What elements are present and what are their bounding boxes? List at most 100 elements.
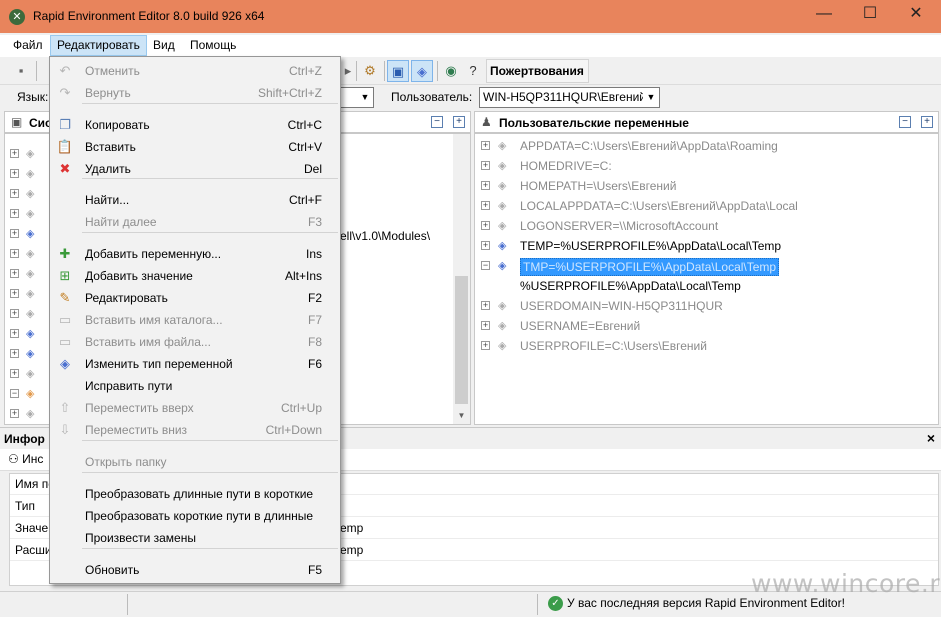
menu-item-12[interactable]: ▭ Вставить имя файла... F8	[50, 331, 340, 353]
maximize-button[interactable]: ☐	[847, 0, 893, 30]
menu-item-label: Копировать	[85, 118, 150, 132]
system-tree-scrollbar[interactable]: ▼	[453, 134, 470, 424]
menu-item-20[interactable]: Произвести замены	[50, 527, 340, 549]
paste-icon: 📋	[56, 139, 74, 154]
menu-item-2[interactable]: ↷ Вернуть Shift+Ctrl+Z	[50, 82, 340, 104]
expand-icon[interactable]: +	[10, 209, 19, 218]
variable-tag-icon: ◈	[26, 308, 35, 320]
menu-separator	[82, 472, 338, 473]
user-variables-tree[interactable]: + ◈ APPDATA=C:\Users\Евгений\AppData\Roami…	[474, 133, 939, 425]
settings-gear-icon[interactable]: ⚙	[359, 60, 381, 82]
save-icon[interactable]: ▪	[10, 60, 32, 82]
menu-separator	[82, 232, 338, 233]
chevron-down-icon: ▼	[357, 88, 373, 107]
menu-item-13[interactable]: ◈ Изменить тип переменной F6	[50, 353, 340, 375]
close-icon[interactable]: ×	[927, 430, 935, 446]
info-panel-icon[interactable]: ▣	[387, 60, 409, 82]
menu-file[interactable]: Файл	[7, 35, 49, 56]
menu-item-11[interactable]: ▭ Вставить имя каталога... F7	[50, 309, 340, 331]
donate-button[interactable]: Пожертвования	[486, 59, 589, 83]
expand-icon[interactable]: +	[481, 221, 490, 230]
menu-item-21[interactable]: Обновить F5	[50, 559, 340, 581]
tab-info[interactable]: ⚇ Инс	[8, 452, 43, 466]
menu-item-10[interactable]: ✎ Редактировать F2	[50, 287, 340, 309]
status-cell	[128, 594, 538, 615]
menu-item-17[interactable]: Открыть папку	[50, 451, 340, 473]
menu-item-14[interactable]: Исправить пути	[50, 375, 340, 397]
scroll-down-icon[interactable]: ▼	[453, 407, 470, 424]
menu-item-16[interactable]: ⇩ Переместить вниз Ctrl+Down	[50, 419, 340, 441]
expand-icon[interactable]: +	[10, 169, 19, 178]
expand-icon[interactable]: +	[10, 409, 19, 418]
expand-icon[interactable]: +	[481, 181, 490, 190]
menu-item-shortcut: Ctrl+Up	[280, 401, 322, 415]
expand-icon[interactable]: +	[10, 269, 19, 278]
menu-item-8[interactable]: ✚ Добавить переменную... Ins	[50, 243, 340, 265]
collapse-icon[interactable]: −	[10, 389, 19, 398]
menu-edit[interactable]: Редактировать	[50, 35, 147, 56]
menu-item-4[interactable]: 📋 Вставить Ctrl+V	[50, 136, 340, 158]
menu-view[interactable]: Вид	[147, 35, 181, 56]
menu-item-label: Вставить имя каталога...	[85, 313, 223, 327]
user-select[interactable]: WIN-H5QP311HQUR\Евгений [т ▼	[479, 87, 660, 108]
expand-icon[interactable]: +	[10, 289, 19, 298]
collapse-all-button[interactable]: −	[899, 116, 911, 128]
expand-icon[interactable]: +	[481, 161, 490, 170]
info-panel-title: Инфор	[4, 432, 45, 446]
app-logo-icon: ✕	[9, 9, 25, 25]
user-variables-header: ♟ Пользовательские переменные − +	[474, 111, 939, 133]
language-label: Язык:	[17, 90, 49, 104]
menu-item-15[interactable]: ⇧ Переместить вверх Ctrl+Up	[50, 397, 340, 419]
menu-item-9[interactable]: ⊞ Добавить значение Alt+Ins	[50, 265, 340, 287]
expand-icon[interactable]: +	[10, 149, 19, 158]
menu-item-label: Открыть папку	[85, 455, 167, 469]
expand-icon[interactable]: +	[10, 329, 19, 338]
menu-item-label: Вставить	[85, 140, 136, 154]
user-panel-title: Пользовательские переменные	[499, 116, 689, 130]
undo-icon: ↶	[59, 63, 71, 78]
collapse-icon[interactable]: −	[481, 261, 490, 270]
expand-icon[interactable]: +	[481, 301, 490, 310]
menu-separator	[82, 440, 338, 441]
expand-icon[interactable]: +	[10, 349, 19, 358]
variable-tag-icon: ◈	[26, 368, 35, 380]
menu-item-1[interactable]: ↶ Отменить Ctrl+Z	[50, 60, 340, 82]
menu-item-shortcut: F5	[307, 563, 322, 577]
help-icon[interactable]: ?	[462, 60, 484, 82]
tree-row-label: LOGONSERVER=\\MicrosoftAccount	[520, 219, 719, 233]
tag-icon[interactable]: ◈	[411, 60, 433, 82]
menu-item-7[interactable]: Найти далее F3	[50, 211, 340, 233]
expand-icon[interactable]: +	[481, 321, 490, 330]
expand-all-button[interactable]: +	[453, 116, 465, 128]
expand-icon[interactable]: +	[481, 341, 490, 350]
expand-icon[interactable]: +	[10, 249, 19, 258]
update-globe-icon[interactable]: ◉	[440, 60, 462, 82]
menu-item-label: Вернуть	[85, 86, 131, 100]
expand-icon[interactable]: +	[10, 189, 19, 198]
expand-icon[interactable]: +	[10, 369, 19, 378]
menu-item-shortcut: F2	[307, 291, 322, 305]
expand-icon[interactable]: +	[10, 309, 19, 318]
expand-icon[interactable]: +	[481, 141, 490, 150]
expand-icon[interactable]: +	[481, 241, 490, 250]
watermark: www.wincore.ru	[751, 569, 941, 598]
collapse-all-button[interactable]: −	[431, 116, 443, 128]
menu-item-5[interactable]: ✖ Удалить Del	[50, 158, 340, 180]
menu-item-6[interactable]: Найти... Ctrl+F	[50, 189, 340, 211]
variable-tag-icon: ◈	[26, 168, 35, 180]
status-message: У вас последняя версия Rapid Environment…	[567, 596, 845, 610]
toolbar-separator	[36, 61, 37, 81]
menu-item-19[interactable]: Преобразовать короткие пути в длинные	[50, 505, 340, 527]
menu-help[interactable]: Помощь	[184, 35, 242, 56]
minimize-button[interactable]: —	[801, 0, 847, 30]
expand-icon[interactable]: +	[481, 201, 490, 210]
expand-all-button[interactable]: +	[921, 116, 933, 128]
close-button[interactable]: ✕	[893, 0, 939, 30]
expand-icon[interactable]: +	[10, 229, 19, 238]
tree-row-label: %USERPROFILE%\AppData\Local\Temp	[520, 279, 741, 293]
scroll-thumb[interactable]	[455, 276, 468, 404]
menu-item-18[interactable]: Преобразовать длинные пути в короткие	[50, 483, 340, 505]
user-label: Пользователь:	[391, 90, 473, 104]
menu-item-3[interactable]: ❐ Копировать Ctrl+C	[50, 114, 340, 136]
toolbar-separator	[437, 61, 438, 81]
